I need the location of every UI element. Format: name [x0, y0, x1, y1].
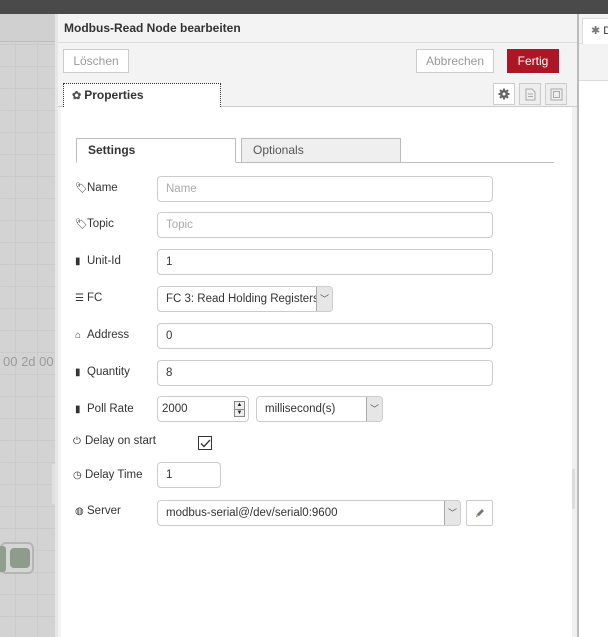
- workspace-node-label: 00 2d 00: [3, 354, 54, 369]
- name-input[interactable]: [157, 176, 493, 202]
- tab-optionals[interactable]: Optionals: [241, 138, 401, 163]
- done-button[interactable]: Fertig: [507, 49, 559, 73]
- flow-node-body: [0, 546, 6, 572]
- cancel-button[interactable]: Abbrechen: [416, 49, 494, 73]
- flow-node[interactable]: [0, 542, 34, 574]
- checkmark-icon: [200, 439, 210, 447]
- tab-properties-label: Properties: [84, 88, 144, 102]
- server-label: ◍ Server: [75, 505, 121, 517]
- fc-select-value: FC 3: Read Holding Registers: [166, 293, 319, 305]
- bookmark-icon: ▮: [75, 256, 81, 267]
- flow-workspace[interactable]: 00 2d 00: [0, 14, 55, 637]
- app-header: [0, 0, 608, 14]
- tag-icon: 🏷︎: [75, 183, 88, 194]
- quantity-input[interactable]: [157, 360, 493, 386]
- list-icon: ☰: [75, 293, 84, 304]
- divider: [58, 42, 577, 43]
- edit-server-button[interactable]: [466, 500, 493, 526]
- unit-id-input[interactable]: [157, 249, 493, 275]
- tag-icon: 🏷︎: [75, 219, 88, 230]
- node-description-button[interactable]: [519, 83, 541, 105]
- pencil-icon: [476, 508, 484, 517]
- bookmark-icon: ▮: [75, 404, 81, 415]
- tab-settings[interactable]: Settings: [76, 138, 236, 163]
- poll-rate-unit-select[interactable]: millisecond(s) ﹀: [256, 396, 383, 422]
- server-select-value: modbus-serial@/dev/serial0:9600: [166, 507, 338, 519]
- poll-rate-value: 2000: [162, 403, 188, 415]
- decrement-button[interactable]: ▼: [235, 410, 244, 417]
- node-appearance-button[interactable]: [545, 83, 567, 105]
- tray-scrollbar-thumb[interactable]: [572, 469, 575, 509]
- home-icon: ⌂: [75, 330, 82, 341]
- right-sidebar: ✱ D: [577, 14, 608, 637]
- globe-icon: ◍: [75, 506, 84, 517]
- unit-id-label: ▮ Unit-Id: [75, 255, 121, 267]
- name-label: 🏷︎Name: [75, 182, 118, 194]
- increment-button[interactable]: ▲: [235, 402, 244, 410]
- address-input[interactable]: [157, 323, 493, 349]
- poll-rate-stepper[interactable]: 2000 ▲ ▼: [157, 396, 249, 422]
- tray-title: Modbus-Read Node bearbeiten: [64, 21, 241, 35]
- bookmark-icon: ▮: [75, 367, 81, 378]
- workspace-tab-bar: [0, 14, 55, 42]
- gear-icon: [498, 88, 510, 100]
- node-settings-button[interactable]: [493, 83, 515, 105]
- frame-icon: [550, 88, 562, 100]
- power-icon: ⏻: [73, 436, 81, 447]
- flow-node-button[interactable]: [10, 548, 30, 568]
- delay-on-start-label: ⏻ Delay on start: [73, 435, 156, 447]
- delay-time-input[interactable]: [157, 462, 221, 488]
- address-label: ⌂ Address: [75, 329, 130, 341]
- quantity-label: ▮ Quantity: [75, 366, 130, 378]
- gear-icon: ✿: [72, 90, 82, 102]
- topic-label: 🏷︎Topic: [75, 218, 114, 230]
- stepper-buttons: ▲ ▼: [234, 401, 245, 417]
- document-icon: [525, 88, 535, 100]
- fc-label: ☰ FC: [75, 292, 103, 304]
- delete-button[interactable]: Löschen: [63, 49, 129, 73]
- delay-on-start-checkbox[interactable]: [198, 436, 212, 450]
- chevron-down-icon[interactable]: ﹀: [366, 397, 382, 421]
- bug-icon: ✱: [591, 25, 601, 37]
- poll-rate-label: ▮ Poll Rate: [75, 403, 134, 415]
- fc-select[interactable]: FC 3: Read Holding Registers ﹀: [157, 286, 333, 312]
- chevron-down-icon[interactable]: ﹀: [316, 287, 332, 311]
- poll-rate-unit-value: millisecond(s): [265, 403, 336, 415]
- delay-time-label: ◷ Delay Time: [73, 469, 143, 481]
- sidebar-tab-debug[interactable]: ✱ D: [582, 18, 608, 45]
- sidebar-toolbar: [579, 44, 608, 81]
- sidebar-tab-bar: ✱ D: [579, 14, 608, 45]
- tab-properties[interactable]: ✿ Properties: [63, 83, 221, 107]
- clock-icon: ◷: [73, 470, 82, 481]
- server-select[interactable]: modbus-serial@/dev/serial0:9600 ﹀: [157, 500, 461, 526]
- topic-input[interactable]: [157, 212, 493, 238]
- chevron-down-icon[interactable]: ﹀: [444, 501, 460, 525]
